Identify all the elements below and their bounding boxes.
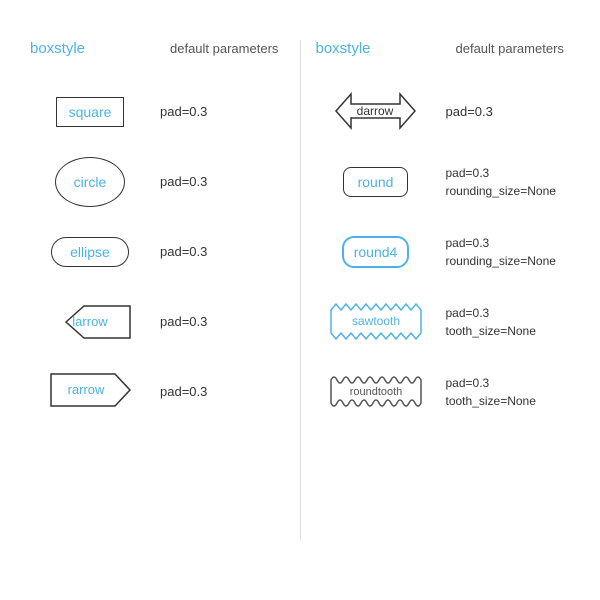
right-header: boxstyle default parameters [306, 40, 581, 57]
shape-ellipse: ellipse [30, 237, 150, 267]
columns: boxstyle default parameters square pad=0… [20, 40, 580, 540]
row-square: square pad=0.3 [20, 77, 295, 147]
row-round4: round4 pad=0.3 rounding_size=None [306, 217, 581, 287]
row-darrow: darrow pad=0.3 [306, 77, 581, 147]
params-roundtooth: pad=0.3 tooth_size=None [446, 374, 536, 410]
darrow-box: darrow [333, 86, 418, 139]
params-darrow: pad=0.3 [446, 102, 493, 122]
svg-text:roundtooth: roundtooth [349, 386, 402, 398]
left-column: boxstyle default parameters square pad=0… [20, 40, 295, 540]
shape-circle: circle [30, 157, 150, 207]
left-header: boxstyle default parameters [20, 40, 295, 57]
right-column: boxstyle default parameters darrow pad=0… [306, 40, 581, 540]
svg-text:sawtooth: sawtooth [351, 314, 399, 328]
rarrow-box: rarrow [48, 368, 133, 416]
circle-box: circle [55, 157, 125, 207]
svg-text:darrow: darrow [357, 104, 394, 118]
shape-round4: round4 [316, 236, 436, 268]
round-box: round [343, 167, 409, 197]
larrow-box: larrow [48, 300, 133, 345]
params-round: pad=0.3 rounding_size=None [446, 164, 556, 200]
shape-sawtooth: sawtooth [316, 298, 436, 346]
round4-box: round4 [342, 236, 410, 268]
svg-text:larrow: larrow [72, 314, 108, 329]
params-circle: pad=0.3 [160, 172, 207, 192]
params-square: pad=0.3 [160, 102, 207, 122]
row-ellipse: ellipse pad=0.3 [20, 217, 295, 287]
column-divider [300, 40, 301, 540]
left-header-boxstyle: boxstyle [30, 40, 110, 57]
row-round: round pad=0.3 rounding_size=None [306, 147, 581, 217]
shape-roundtooth: roundtooth [316, 368, 436, 416]
params-round4: pad=0.3 rounding_size=None [446, 234, 556, 270]
shape-larrow: larrow [30, 300, 150, 345]
params-larrow: pad=0.3 [160, 312, 207, 332]
row-roundtooth: roundtooth pad=0.3 tooth_size=None [306, 357, 581, 427]
row-circle: circle pad=0.3 [20, 147, 295, 217]
shape-rarrow: rarrow [30, 368, 150, 416]
row-larrow: larrow pad=0.3 [20, 287, 295, 357]
page: boxstyle default parameters square pad=0… [0, 0, 600, 600]
right-header-boxstyle: boxstyle [316, 40, 396, 57]
square-box: square [56, 97, 125, 127]
ellipse-box: ellipse [51, 237, 129, 267]
row-sawtooth: sawtooth pad=0.3 tooth_size=None [306, 287, 581, 357]
shape-square: square [30, 97, 150, 127]
right-header-params: default parameters [456, 41, 564, 56]
shape-round: round [316, 167, 436, 197]
params-ellipse: pad=0.3 [160, 242, 207, 262]
shape-darrow: darrow [316, 86, 436, 139]
svg-text:rarrow: rarrow [67, 382, 104, 397]
roundtooth-box: roundtooth [326, 368, 426, 416]
params-rarrow: pad=0.3 [160, 382, 207, 402]
left-header-params: default parameters [170, 41, 278, 56]
row-rarrow: rarrow pad=0.3 [20, 357, 295, 427]
sawtooth-box: sawtooth [326, 298, 426, 346]
params-sawtooth: pad=0.3 tooth_size=None [446, 304, 536, 340]
